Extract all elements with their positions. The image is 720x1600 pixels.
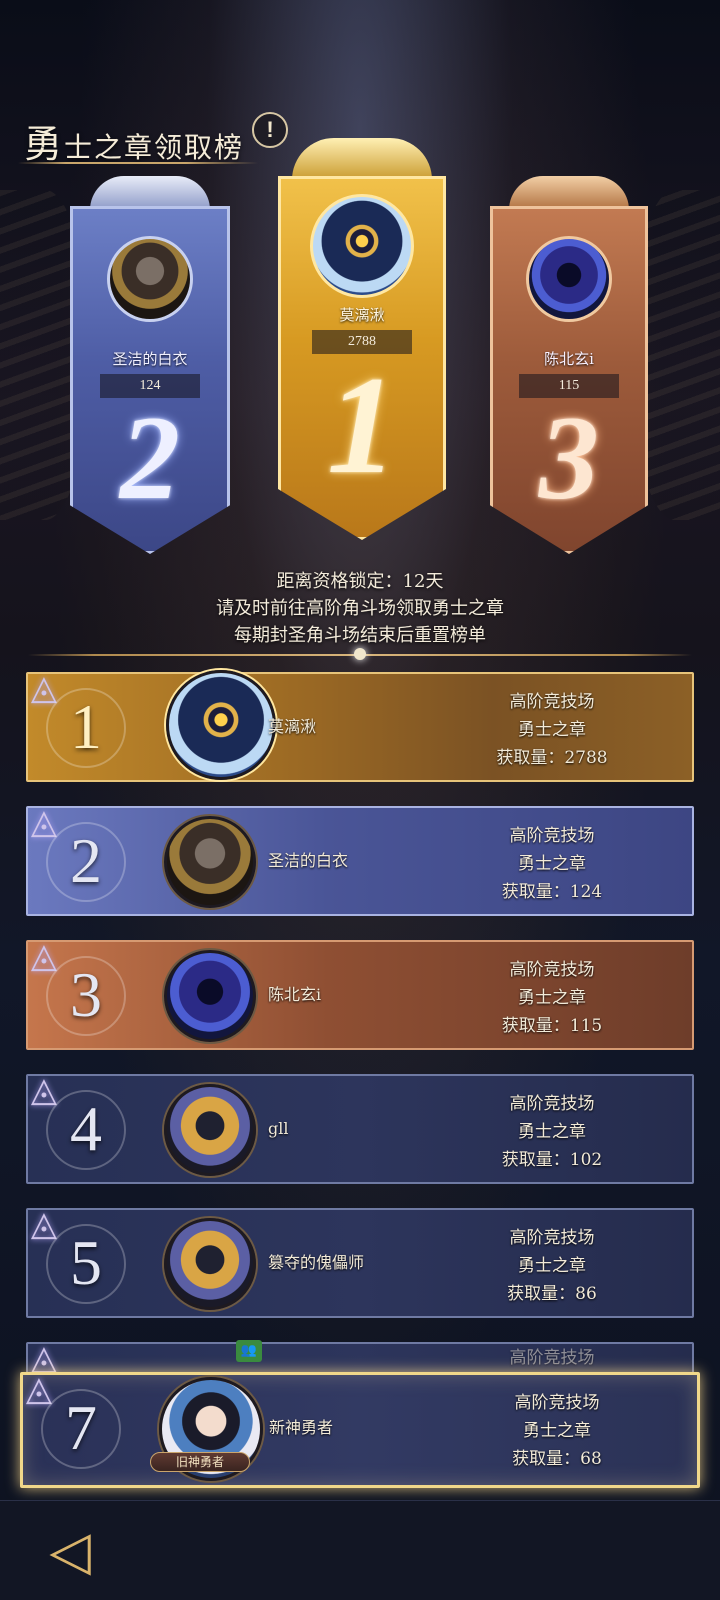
claim-reminder: 请及时前往高阶角斗场领取勇士之章 (216, 598, 504, 619)
podium-rank-number-2: 2 (120, 391, 180, 524)
ranking-row-1[interactable]: ◬ 1 莫漓湫 高阶竞技场 勇士之章 获取量：2788 (26, 670, 694, 782)
page-title-rest: 士之章领取榜 (64, 130, 245, 164)
ranking-row-2[interactable]: ◬ 2 圣洁的白衣 高阶竞技场 勇士之章 获取量：124 (26, 804, 694, 916)
arena-label: 高阶竞技场 (509, 692, 595, 712)
avatar[interactable] (164, 1084, 256, 1176)
arena-label: 高阶竞技场 (509, 826, 595, 846)
self-ranking-row[interactable]: ◬ 7 新神勇者 高阶竞技场 勇士之章 获取量：68 (20, 1371, 700, 1488)
podium-rank-number-3: 3 (539, 391, 599, 524)
amount-label: 获取量：86 (507, 1284, 597, 1304)
amount-label: 获取量：68 (512, 1449, 602, 1469)
bronze-crest (509, 176, 629, 210)
lock-countdown: 距离资格锁定：12天 (276, 571, 444, 592)
bottom-bar: ◁ (0, 1500, 720, 1600)
item-label: 勇士之章 (518, 720, 586, 740)
item-label: 勇士之章 (518, 854, 586, 874)
rank-number: 5 (70, 1227, 102, 1298)
row-stats: 高阶竞技场 (462, 1344, 642, 1372)
row-stats: 高阶竞技场 勇士之章 获取量：102 (462, 1090, 642, 1174)
player-name: 篡夺的傀儡师 (268, 1253, 365, 1272)
row-stats: 高阶竞技场 勇士之章 获取量：86 (462, 1224, 642, 1308)
friend-icon[interactable]: 👥 (236, 1340, 262, 1362)
item-label: 勇士之章 (518, 1256, 586, 1276)
item-label: 勇士之章 (523, 1421, 591, 1441)
amount-label: 获取量：124 (501, 882, 603, 902)
rank-number: 2 (70, 825, 102, 896)
row-stats: 高阶竞技场 勇士之章 获取量：2788 (462, 688, 642, 772)
silver-crest (90, 176, 210, 210)
podium-rank-number-1: 1 (327, 348, 397, 503)
rank-number: 4 (70, 1093, 102, 1164)
title-underline (18, 162, 258, 164)
divider-ornament (354, 648, 366, 660)
arena-label: 高阶竞技场 (509, 1228, 595, 1248)
podium-avatar-2[interactable] (107, 236, 193, 322)
rank-number: 1 (70, 691, 102, 762)
page-title: 勇士之章领取榜 (24, 113, 244, 168)
podium-rank-2[interactable]: 圣洁的白衣 124 2 (70, 176, 230, 554)
amount-label: 获取量：115 (501, 1016, 603, 1036)
podium-name-1: 莫漓湫 (339, 306, 385, 324)
amount-label: 获取量：2788 (496, 748, 608, 768)
player-name: 莫漓湫 (268, 717, 317, 736)
page-title-first-char: 勇 (24, 121, 65, 166)
arena-label: 高阶竞技场 (514, 1393, 600, 1413)
arena-label: 高阶竞技场 (509, 1094, 595, 1114)
arena-label: 高阶竞技场 (509, 960, 595, 980)
player-name: gll (268, 1119, 289, 1138)
page-header: 勇士之章领取榜 (18, 110, 258, 170)
rank-number: 7 (65, 1392, 97, 1463)
podium-name-3: 陈北玄i (544, 350, 594, 368)
rank-number: 3 (70, 959, 102, 1030)
title-badge: 旧神勇者 (150, 1452, 250, 1472)
player-name: 新神勇者 (269, 1418, 334, 1437)
avatar[interactable] (164, 950, 256, 1042)
avatar[interactable] (164, 1218, 256, 1310)
podium-avatar-3[interactable] (526, 236, 612, 322)
ranking-info: 距离资格锁定：12天 请及时前往高阶角斗场领取勇士之章 每期封圣角斗场结束后重置… (0, 568, 720, 649)
back-arrow-icon[interactable]: ◁ (36, 1519, 104, 1587)
item-label: 勇士之章 (518, 1122, 586, 1142)
ranking-row-4[interactable]: ◬ 4 gll 高阶竞技场 勇士之章 获取量：102 (26, 1072, 694, 1184)
podium-avatar-1[interactable] (310, 194, 414, 298)
gold-crest (292, 138, 432, 180)
podium-rank-3[interactable]: 陈北玄i 115 3 (490, 176, 648, 554)
avatar[interactable] (164, 816, 256, 908)
row-stats: 高阶竞技场 勇士之章 获取量：68 (467, 1389, 647, 1473)
row-stats: 高阶竞技场 勇士之章 获取量：124 (462, 822, 642, 906)
podium-name-2: 圣洁的白衣 (112, 350, 188, 368)
player-name: 陈北玄i (268, 985, 322, 1004)
ranking-row-3[interactable]: ◬ 3 陈北玄i 高阶竞技场 勇士之章 获取量：115 (26, 938, 694, 1050)
amount-label: 获取量：102 (501, 1150, 603, 1170)
podium-rank-1[interactable]: 莫漓湫 2788 1 (278, 138, 446, 540)
item-label: 勇士之章 (518, 988, 586, 1008)
arena-label: 高阶竞技场 (509, 1348, 595, 1368)
ranking-row-5[interactable]: ◬ 5 篡夺的傀儡师 高阶竞技场 勇士之章 获取量：86 (26, 1206, 694, 1318)
row-stats: 高阶竞技场 勇士之章 获取量：115 (462, 956, 642, 1040)
player-name: 圣洁的白衣 (268, 851, 349, 870)
avatar[interactable] (166, 670, 276, 780)
reset-notice: 每期封圣角斗场结束后重置榜单 (234, 625, 486, 646)
